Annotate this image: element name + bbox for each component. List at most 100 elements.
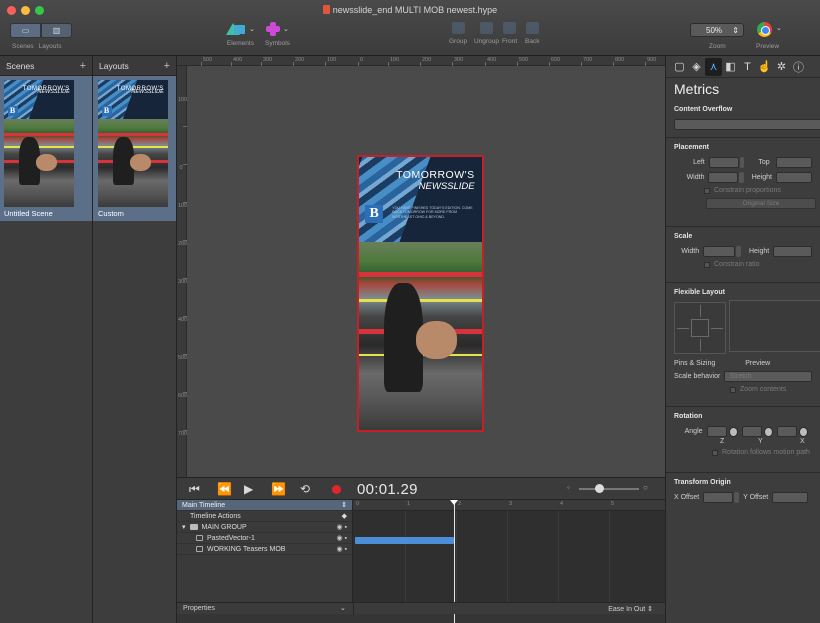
- scene-editor-canvas[interactable]: 500 400 300 200 100 0 100 200 300 400 50…: [177, 56, 665, 477]
- element-inspector-icon[interactable]: ◧: [722, 58, 739, 76]
- typography-inspector-icon[interactable]: T: [739, 58, 756, 76]
- poster-headline-1: TOMORROW'S: [396, 168, 475, 181]
- width-stepper[interactable]: [739, 172, 744, 183]
- rotation-z-dial[interactable]: [728, 426, 738, 437]
- eye-icon[interactable]: ◉ ▪: [336, 545, 347, 553]
- loop-icon[interactable]: ⟲: [300, 483, 310, 495]
- zoom-select[interactable]: 50% ⇕: [690, 23, 744, 37]
- stepper-arrows-icon: ⇕: [341, 502, 347, 509]
- scene-inspector-icon[interactable]: ◈: [688, 58, 705, 76]
- rotation-x-dial[interactable]: [799, 426, 808, 437]
- chevron-down-icon[interactable]: ⌄: [776, 24, 782, 32]
- toggle-labels: Scenes Layouts: [12, 43, 66, 50]
- scene-name: Untitled Scene: [4, 209, 53, 218]
- metrics-inspector-icon[interactable]: ⋏: [705, 57, 722, 76]
- go-to-start-icon[interactable]: ⏮: [189, 483, 200, 495]
- y-offset-input[interactable]: [772, 492, 809, 503]
- rotation-x-input[interactable]: [776, 426, 798, 437]
- actions-inspector-icon[interactable]: ☝: [756, 58, 773, 76]
- top-input[interactable]: [775, 157, 812, 168]
- elements-button[interactable]: ⌄ Elements: [226, 22, 255, 47]
- window-title: newsslide_end MULTI MOB newest.hype: [0, 5, 820, 15]
- content-overflow-select[interactable]: [674, 119, 820, 130]
- timeline-zoom-slider[interactable]: [579, 484, 639, 493]
- original-size-button[interactable]: Original Size: [706, 198, 816, 209]
- timeline-tracks[interactable]: 0 1 2 3 4 5: [353, 500, 665, 623]
- playback-controls: ⏮ ⏪ ▶ ⏩ ⟲ 00:01.29 ◦ ○: [177, 478, 665, 500]
- document-inspector-icon[interactable]: ▢: [671, 58, 688, 76]
- inspector-panel: ▢ ◈ ⋏ ◧ T ☝ ✲ ⓘ Metrics Content Overflow…: [665, 56, 820, 623]
- slider-knob[interactable]: [595, 484, 604, 493]
- add-layout-button[interactable]: +: [164, 60, 170, 72]
- content-overflow-section: Content Overflow: [666, 100, 820, 137]
- timeline-actions-row[interactable]: Timeline Actions ◆: [177, 511, 352, 522]
- pins-sizing-widget[interactable]: [674, 302, 726, 354]
- scene-stage[interactable]: TOMORROW'S NEWSSLIDE B YOU HAVE FINISHED…: [357, 155, 484, 432]
- symbols-icon: [266, 22, 281, 36]
- x-offset-input[interactable]: [703, 492, 734, 503]
- transform-origin-section: Transform Origin X Offset Y Offset: [666, 472, 820, 512]
- disclosure-triangle-icon[interactable]: ▾: [182, 523, 186, 531]
- record-button[interactable]: [332, 485, 341, 494]
- left-stepper[interactable]: [739, 157, 745, 168]
- scale-height-input[interactable]: [773, 246, 812, 257]
- rotation-section: Rotation Angle Z Y X Rotation follows mo…: [666, 406, 820, 472]
- flexible-layout-section: Flexible Layout Pins & Sizing Preview Sc…: [666, 282, 820, 406]
- back-button[interactable]: Back: [525, 22, 539, 45]
- rotation-y-input[interactable]: [741, 426, 763, 437]
- ungroup-button[interactable]: Ungroup: [474, 22, 499, 45]
- scenes-icon: ▭: [21, 26, 30, 35]
- add-scene-button[interactable]: +: [80, 60, 86, 72]
- chevron-down-icon[interactable]: ⌄: [340, 604, 346, 612]
- physics-inspector-icon[interactable]: ✲: [773, 58, 790, 76]
- layer-row[interactable]: WORKING Teasers MOB ◉ ▪: [177, 544, 352, 555]
- layer-icon: [196, 546, 203, 552]
- constrain-ratio-checkbox[interactable]: Constrain ratio: [674, 261, 812, 268]
- x-offset-stepper[interactable]: [734, 492, 740, 503]
- constrain-proportions-checkbox[interactable]: Constrain proportions: [674, 187, 812, 194]
- scale-width-stepper[interactable]: [736, 246, 741, 257]
- layouts-toggle-button[interactable]: ▥: [41, 23, 72, 38]
- scene-thumbnail-item[interactable]: TOMORROW'S NEWSSLIDE B Untitled Scene: [0, 76, 92, 221]
- play-icon[interactable]: ▶: [244, 483, 253, 495]
- scenes-toggle-label: Scenes: [12, 43, 34, 50]
- scale-width-input[interactable]: [703, 246, 736, 257]
- folder-icon: [189, 524, 198, 530]
- layouts-pane: Layouts + TOMORROW'S NEWSSLIDE B Custom: [93, 56, 177, 623]
- preview-browser-icon[interactable]: [757, 22, 772, 37]
- scenes-toggle-button[interactable]: ▭: [10, 23, 41, 38]
- properties-dropdown[interactable]: Properties: [183, 605, 215, 612]
- group-button[interactable]: Group: [449, 22, 467, 45]
- eye-icon[interactable]: ◉ ▪: [336, 534, 347, 542]
- rotation-z-input[interactable]: [706, 426, 727, 437]
- layout-thumbnail-item[interactable]: TOMORROW'S NEWSSLIDE B Custom: [93, 76, 176, 221]
- scale-behavior-select[interactable]: Stretch: [724, 371, 812, 382]
- timeline-select[interactable]: Main Timeline ⇕: [177, 500, 352, 511]
- step-forward-icon[interactable]: ⏩: [271, 483, 286, 495]
- zoom-contents-checkbox[interactable]: Zoom contents: [674, 386, 812, 393]
- layer-row[interactable]: PastedVector-1 ◉ ▪: [177, 533, 352, 544]
- easing-select[interactable]: Ease In Out ⇕: [608, 605, 653, 613]
- width-input[interactable]: [708, 172, 739, 183]
- elements-icon: [226, 22, 246, 36]
- inspector-title: Metrics: [674, 81, 720, 97]
- step-back-icon[interactable]: ⏪: [217, 483, 232, 495]
- front-button[interactable]: Front: [502, 22, 517, 45]
- timeline-panel: ⏮ ⏪ ▶ ⏩ ⟲ 00:01.29 ◦ ○ Main Timeline ⇕ T…: [177, 477, 665, 623]
- inspector-tabs: ▢ ◈ ⋏ ◧ T ☝ ✲ ⓘ: [666, 56, 820, 78]
- identity-inspector-icon[interactable]: ⓘ: [790, 58, 807, 76]
- layer-row-group[interactable]: ▾ MAIN GROUP ◉ ▪: [177, 522, 352, 533]
- rotation-follows-path-checkbox[interactable]: Rotation follows motion path: [674, 449, 812, 456]
- zoom-out-icon[interactable]: ◦: [567, 483, 570, 492]
- symbols-button[interactable]: ⌄ Symbols: [265, 22, 290, 47]
- poster-logo: B: [365, 205, 384, 224]
- group-icon: [451, 22, 465, 34]
- height-input[interactable]: [775, 172, 813, 183]
- left-input[interactable]: [708, 157, 739, 168]
- zoom-in-icon[interactable]: ○: [643, 483, 648, 492]
- eye-icon[interactable]: ◉ ▪: [336, 523, 347, 531]
- animation-clip-bar[interactable]: [355, 537, 454, 544]
- rotation-y-dial[interactable]: [764, 426, 773, 437]
- scenes-layouts-toggle: ▭ ▥: [10, 23, 72, 38]
- poster-tagline: YOU HAVE FINISHED TODAY'S EDITION. COME …: [392, 206, 473, 219]
